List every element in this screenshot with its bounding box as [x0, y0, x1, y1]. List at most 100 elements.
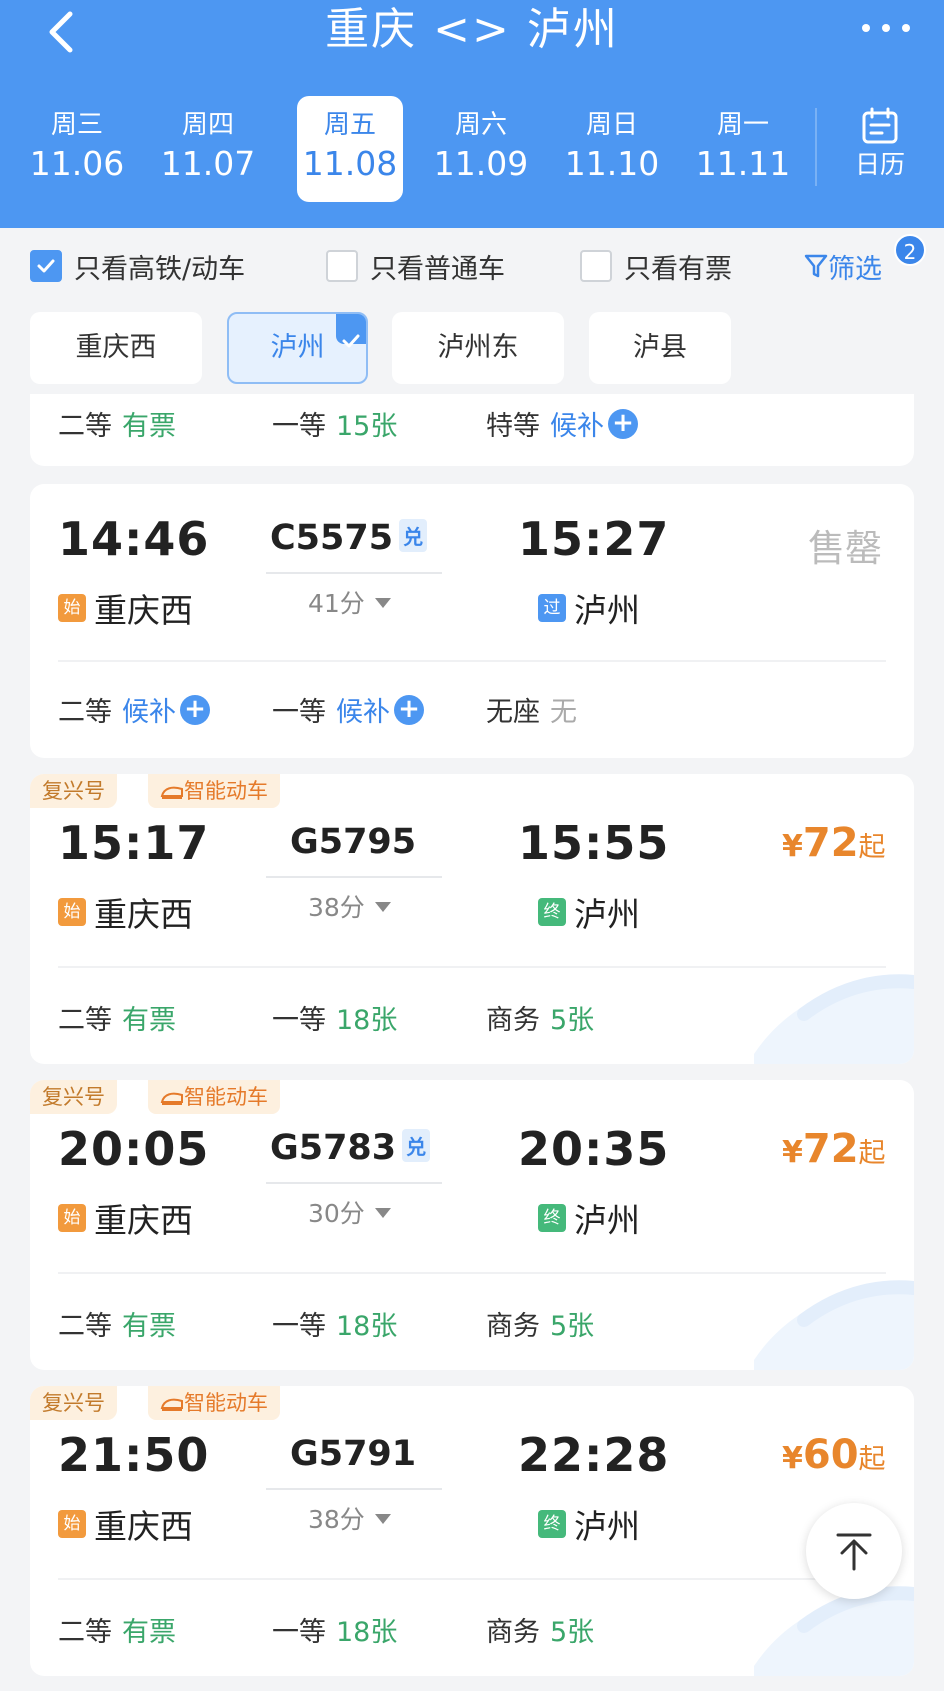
terminal-tag: 终	[538, 1204, 566, 1232]
date-tab[interactable]: 周三 11.06	[24, 96, 130, 202]
duration-toggle[interactable]: 30分	[308, 1194, 391, 1230]
date-tab[interactable]: 周四 11.07	[155, 96, 261, 202]
price-value: 72	[802, 1126, 859, 1172]
duration-toggle[interactable]: 38分	[308, 888, 391, 924]
station-tab-selected[interactable]: 泸州	[227, 312, 368, 384]
seat-availability: 18张	[336, 1005, 398, 1036]
route-line	[266, 1182, 442, 1184]
date-value: 11.11	[695, 144, 791, 183]
seat-business-class: 商务 5张	[486, 1610, 594, 1649]
seat-availability: 有票	[122, 411, 176, 442]
card-divider	[58, 1578, 886, 1580]
date-tab-selected[interactable]: 周五 11.08	[297, 96, 403, 202]
seat-name: 一等	[272, 1005, 326, 1036]
calendar-button[interactable]: 日历	[830, 106, 930, 186]
date-tab[interactable]: 周日 11.10	[559, 96, 665, 202]
seat-availability: 18张	[336, 1311, 398, 1342]
train-number-text: C5575	[270, 518, 394, 558]
train-icon	[160, 1398, 183, 1411]
seat-second-class: 二等 候补 +	[58, 690, 210, 729]
price-suffix: 起	[858, 832, 886, 863]
high-speed-only-checkbox[interactable]: 只看高铁/动车	[30, 248, 245, 285]
currency-symbol: ¥	[782, 829, 803, 864]
chevron-down-icon	[374, 1208, 391, 1218]
date-value: 11.08	[302, 144, 398, 183]
wave-decoration	[754, 1280, 914, 1370]
station-tab[interactable]: 泸县	[589, 312, 731, 384]
seat-availability: 18张	[336, 1617, 398, 1648]
origin-tag: 始	[58, 594, 86, 622]
waitlist-plus-icon[interactable]: +	[394, 694, 424, 725]
seat-first-class: 一等 候补 +	[272, 690, 424, 729]
filter-button[interactable]: 筛选	[804, 248, 882, 285]
price: ¥72起	[782, 1126, 886, 1172]
arrival-station: 终 泸州	[538, 888, 640, 936]
back-to-top-button[interactable]	[806, 1503, 902, 1599]
duration-toggle[interactable]: 38分	[308, 1500, 391, 1536]
arrival-time: 15:27	[518, 512, 670, 566]
train-card-partial[interactable]: 二等 有票 一等 15张 特等 候补 +	[30, 394, 914, 466]
terminal-tag: 终	[538, 898, 566, 926]
seat-second-class: 二等 有票	[58, 1304, 176, 1343]
chevron-down-icon	[374, 1514, 391, 1524]
seat-name: 商务	[486, 1617, 540, 1648]
station-name: 泸州	[574, 1201, 640, 1240]
date-weekday: 周一	[716, 110, 769, 140]
checkbox-label: 只看普通车	[370, 253, 505, 285]
arrival-station: 过 泸州	[538, 584, 640, 632]
redeem-badge: 兑	[402, 1128, 431, 1162]
train-card[interactable]: 复兴号 智能动车 15:17 G5795 38分 15:55 ¥72起 始 重庆…	[30, 774, 914, 1064]
seat-availability: 候补	[550, 411, 604, 442]
wave-decoration	[754, 974, 914, 1064]
seat-availability: 5张	[550, 1005, 595, 1036]
currency-symbol: ¥	[782, 1135, 803, 1170]
seat-name: 无座	[486, 697, 540, 728]
train-number: G5783 兑	[270, 1128, 431, 1168]
train-card[interactable]: 复兴号 智能动车 20:05 G5783 兑 30分 20:35 ¥72起 始 重…	[30, 1080, 914, 1370]
badge-label: 智能动车	[184, 1085, 268, 1109]
duration-text: 38分	[308, 893, 365, 922]
seat-availability: 有票	[122, 1005, 176, 1036]
calendar-divider	[815, 108, 817, 186]
fuxing-badge: 复兴号	[30, 1386, 117, 1420]
date-weekday: 周五	[323, 110, 376, 140]
selected-check-icon	[336, 314, 366, 348]
smart-emu-badge: 智能动车	[148, 774, 280, 808]
card-divider	[58, 660, 886, 662]
seat-availability: 有票	[122, 1617, 176, 1648]
train-icon	[160, 1092, 183, 1105]
chevron-down-icon	[374, 598, 391, 608]
smart-emu-badge: 智能动车	[148, 1080, 280, 1114]
station-tab[interactable]: 重庆西	[30, 312, 202, 384]
more-menu-icon[interactable]	[862, 12, 910, 44]
seat-first-class: 一等 18张	[272, 998, 397, 1037]
header: 重庆 <> 泸州 周三 11.06 周四 11.07 周五 11.08 周六 1…	[0, 0, 944, 228]
smart-emu-badge: 智能动车	[148, 1386, 280, 1420]
route-title: 重庆 <> 泸州	[325, 4, 619, 55]
departure-station: 始 重庆西	[58, 584, 193, 632]
duration-toggle[interactable]: 41分	[308, 584, 391, 620]
seat-availability: 5张	[550, 1617, 595, 1648]
seat-availability: 有票	[122, 1311, 176, 1342]
station-label: 泸州	[270, 332, 325, 363]
station-tab[interactable]: 泸州东	[392, 312, 564, 384]
seat-name: 一等	[272, 411, 326, 442]
route-line	[266, 572, 442, 574]
waitlist-plus-icon[interactable]: +	[180, 694, 210, 725]
normal-train-only-checkbox[interactable]: 只看普通车	[326, 248, 505, 285]
date-tab[interactable]: 周一 11.11	[690, 96, 796, 202]
station-name: 重庆西	[94, 591, 193, 630]
seat-availability: 15张	[336, 411, 398, 442]
date-weekday: 周四	[181, 110, 234, 140]
arrival-station: 终 泸州	[538, 1500, 640, 1548]
available-only-checkbox[interactable]: 只看有票	[580, 248, 732, 285]
train-card[interactable]: 复兴号 智能动车 21:50 G5791 38分 22:28 ¥60起 始 重庆…	[30, 1386, 914, 1676]
date-tab[interactable]: 周六 11.09	[428, 96, 534, 202]
date-selector: 周三 11.06 周四 11.07 周五 11.08 周六 11.09 周日 1…	[24, 96, 814, 202]
arrival-station: 终 泸州	[538, 1194, 640, 1242]
train-card[interactable]: 14:46 C5575 兑 41分 15:27 始 重庆西 过 泸州 售罄 二等 …	[30, 484, 914, 758]
calendar-icon	[862, 107, 898, 144]
arrow-up-to-top-icon	[836, 1533, 872, 1571]
waitlist-plus-icon[interactable]: +	[608, 408, 638, 439]
departure-time: 20:05	[58, 1122, 210, 1176]
